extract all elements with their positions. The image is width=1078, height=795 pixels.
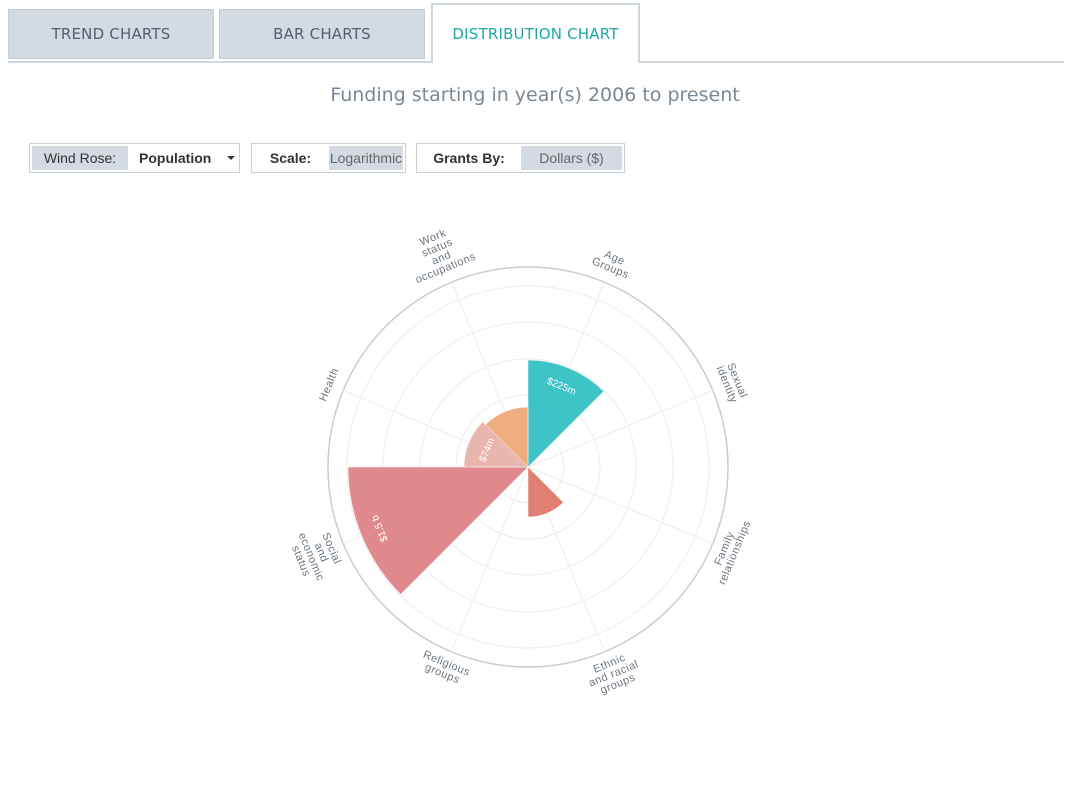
category-label: Familyrelationships: [712, 519, 753, 587]
category-label: Health: [317, 366, 341, 403]
category-label: AgeGroups: [590, 249, 631, 282]
category-label: Sexualidentity: [714, 361, 750, 405]
category-label: Religiousgroups: [421, 649, 472, 687]
category-label: Socialandeconomicstatus: [289, 531, 343, 583]
wind-rose-chart: $225m$1.5 b$74mAgeGroupsSexualidentityFa…: [289, 227, 754, 697]
category-label-line: Health: [317, 366, 341, 403]
tab-distribution-chart[interactable]: DISTRIBUTION CHART: [431, 3, 640, 63]
